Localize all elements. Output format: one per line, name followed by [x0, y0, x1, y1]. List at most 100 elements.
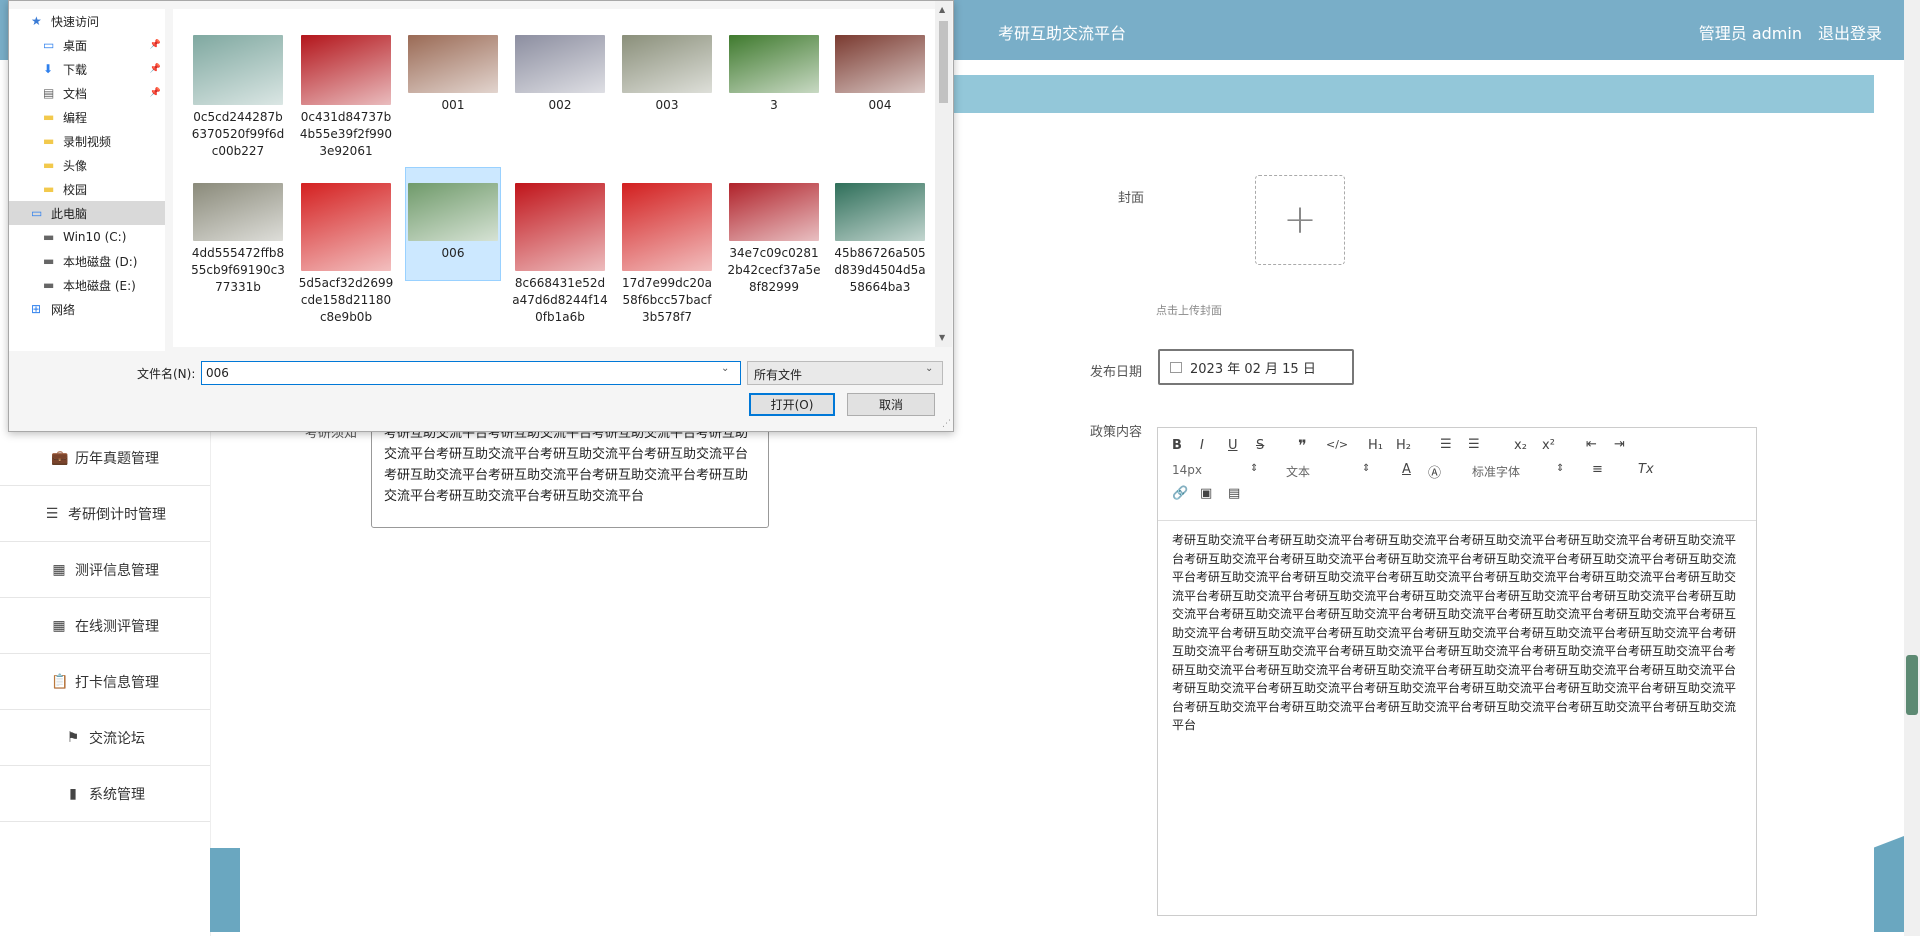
heading2-icon[interactable]: H₂: [1396, 438, 1411, 453]
video-icon[interactable]: ▤: [1228, 486, 1240, 501]
sidebar-item[interactable]: ⚑ 交流论坛: [0, 710, 210, 766]
image-icon[interactable]: ▣: [1200, 486, 1212, 501]
open-button[interactable]: 打开(O): [749, 393, 835, 416]
quote-icon[interactable]: ❞: [1298, 436, 1307, 455]
bold-icon[interactable]: B: [1172, 438, 1182, 453]
sidebar-item-label: 历年真题管理: [75, 450, 159, 467]
chevron-down-icon[interactable]: ⌄: [721, 363, 729, 374]
sidebar-item-label: 在线测评管理: [75, 618, 159, 635]
grid-icon: ▦: [52, 561, 66, 578]
file-tile[interactable]: 45b86726a505d839d4504d5a58664ba3: [832, 183, 928, 296]
pin-icon: 📌: [149, 88, 161, 98]
sidebar-item[interactable]: ☰ 考研倒计时管理: [0, 486, 210, 542]
file-name: 4dd555472ffb855cb9f69190c377331b: [191, 246, 285, 294]
drive-icon: ▬: [43, 278, 55, 292]
sidebar-item[interactable]: 📋 打卡信息管理: [0, 654, 210, 710]
file-tile[interactable]: 4dd555472ffb855cb9f69190c377331b: [190, 183, 286, 296]
background-color-icon[interactable]: Ⓐ: [1428, 462, 1441, 481]
cover-upload-button[interactable]: +: [1255, 175, 1345, 265]
file-tile[interactable]: 0c431d84737b4b55e39f2f9903e92061: [298, 35, 394, 160]
file-name: 17d7e99dc20a58f6bcc57bacf3b578f7: [621, 276, 712, 324]
nav-item[interactable]: ▬ Win10 (C:): [9, 225, 165, 249]
strikethrough-icon[interactable]: S: [1256, 438, 1264, 453]
nav-item-label: 头像: [63, 158, 88, 173]
file-thumbnail-image: [835, 183, 925, 241]
link-icon[interactable]: 🔗: [1172, 486, 1188, 501]
file-name: 006: [441, 246, 465, 260]
nav-item[interactable]: ⊞ 网络: [9, 297, 165, 321]
file-grid-scrollbar[interactable]: ▲ ▼: [935, 1, 952, 347]
underline-icon[interactable]: U: [1228, 438, 1238, 453]
heading1-icon[interactable]: H₁: [1368, 438, 1383, 453]
nav-item[interactable]: ▤ 文档 📌: [9, 81, 165, 105]
date-input[interactable]: 2023 年 02 月 15 日: [1158, 349, 1354, 385]
file-grid-scrollbar-thumb[interactable]: [939, 21, 948, 103]
file-tile[interactable]: 004: [832, 35, 928, 114]
logout-link[interactable]: 退出登录: [1818, 20, 1882, 44]
file-tile[interactable]: 17d7e99dc20a58f6bcc57bacf3b578f7: [619, 183, 715, 326]
file-thumbnail-image: [515, 35, 605, 93]
file-name: 004: [868, 98, 892, 112]
resize-grip-icon[interactable]: ⋰: [942, 419, 951, 429]
nav-item[interactable]: ▬ 本地磁盘 (D:): [9, 249, 165, 273]
nav-item-label: 录制视频: [63, 134, 112, 149]
sidebar-item[interactable]: ▦ 测评信息管理: [0, 542, 210, 598]
superscript-icon[interactable]: x²: [1542, 438, 1555, 453]
network-icon: ⊞: [31, 302, 42, 316]
filetype-select[interactable]: 所有文件: [747, 361, 943, 385]
nav-item-label: 快速访问: [51, 14, 100, 29]
filename-input[interactable]: 006: [201, 361, 741, 385]
nav-item[interactable]: ⬇ 下载 📌: [9, 57, 165, 81]
clear-format-icon[interactable]: Tx: [1638, 462, 1654, 477]
file-tile[interactable]: 3: [726, 35, 822, 114]
scroll-down-icon[interactable]: ▼: [939, 333, 945, 342]
bullet-list-icon[interactable]: ☰: [1468, 437, 1480, 452]
nav-item[interactable]: ▬ 头像: [9, 153, 165, 177]
outdent-icon[interactable]: ⇤: [1586, 437, 1597, 452]
subscript-icon[interactable]: x₂: [1514, 438, 1527, 453]
date-value: 2023 年 02 月 15 日: [1190, 361, 1316, 377]
nav-item[interactable]: ▭ 此电脑: [9, 201, 165, 225]
file-tile[interactable]: 5d5acf32d2699cde158d21180c8e9b0b: [298, 183, 394, 326]
cover-label: 封面: [1118, 191, 1145, 206]
nav-item[interactable]: ▭ 桌面 📌: [9, 33, 165, 57]
sidebar-item[interactable]: ▮ 系统管理: [0, 766, 210, 822]
font-size-select[interactable]: 14px: [1172, 463, 1202, 477]
file-tile[interactable]: 003: [619, 35, 715, 114]
code-icon[interactable]: </>: [1326, 438, 1348, 451]
clipboard-icon: 📋: [51, 673, 69, 690]
file-tile[interactable]: 002: [512, 35, 608, 114]
file-name: 34e7c09c02812b42cecf37a5e8f82999: [727, 246, 821, 294]
sidebar-item[interactable]: ▦ 在线测评管理: [0, 598, 210, 654]
font-color-icon[interactable]: A: [1402, 462, 1411, 477]
file-tile[interactable]: 001: [405, 35, 501, 114]
sidebar-item[interactable]: 💼 历年真题管理: [0, 430, 210, 486]
font-family-select[interactable]: 标准字体: [1472, 463, 1520, 480]
nav-item[interactable]: ▬ 录制视频: [9, 129, 165, 153]
ordered-list-icon[interactable]: ☰: [1440, 437, 1452, 452]
indent-icon[interactable]: ⇥: [1614, 437, 1625, 452]
app-title: 考研互助交流平台: [998, 24, 1127, 43]
file-tile[interactable]: 34e7c09c02812b42cecf37a5e8f82999: [726, 183, 822, 296]
file-tile[interactable]: 006: [405, 167, 501, 281]
italic-icon[interactable]: I: [1200, 438, 1204, 453]
drive-icon: ▬: [43, 254, 55, 268]
chevron-down-icon[interactable]: ⌄: [925, 363, 933, 374]
page-scrollbar[interactable]: [1904, 0, 1920, 936]
file-thumbnail-image: [729, 183, 819, 241]
editor-content[interactable]: 考研互助交流平台考研互助交流平台考研互助交流平台考研互助交流平台考研互助交流平台…: [1158, 521, 1756, 745]
decoration-right: [1874, 836, 1904, 932]
nav-item[interactable]: ▬ 编程: [9, 105, 165, 129]
block-type-select[interactable]: 文本: [1286, 463, 1310, 480]
nav-item[interactable]: ★ 快速访问: [9, 9, 165, 33]
sidebar-item-label: 考研倒计时管理: [68, 506, 166, 523]
cancel-button[interactable]: 取消: [847, 393, 935, 416]
page-scrollbar-thumb[interactable]: [1906, 655, 1918, 715]
nav-item[interactable]: ▬ 本地磁盘 (E:): [9, 273, 165, 297]
download-icon: ⬇: [43, 62, 54, 76]
file-tile[interactable]: 0c5cd244287b6370520f99f6dc00b227: [190, 35, 286, 160]
align-icon[interactable]: ≡: [1592, 462, 1603, 477]
nav-item[interactable]: ▬ 校园: [9, 177, 165, 201]
scroll-up-icon[interactable]: ▲: [939, 5, 945, 14]
file-tile[interactable]: 8c668431e52da47d6d8244f140fb1a6b: [512, 183, 608, 326]
